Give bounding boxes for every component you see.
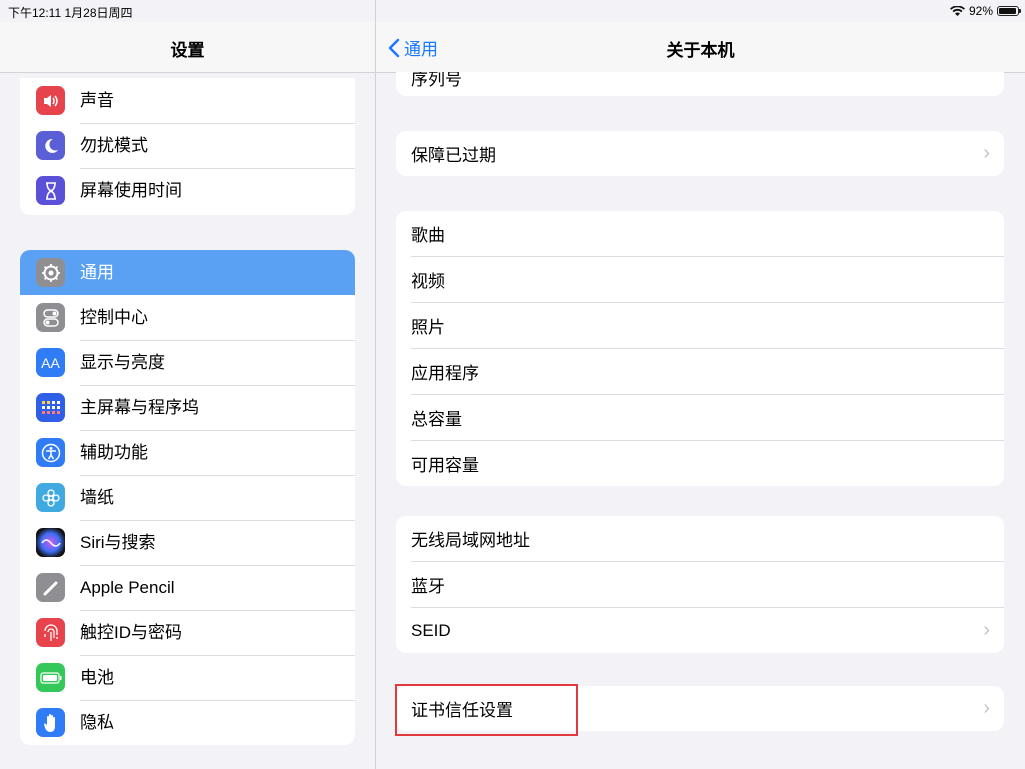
chevron-right-icon: › <box>983 697 990 719</box>
wifi-address-row: 无线局域网地址 <box>411 516 1004 562</box>
videos-row: 视频 <box>411 257 1004 303</box>
sidebar-item-battery[interactable]: 电池 <box>20 655 355 701</box>
wifi-icon <box>949 5 965 16</box>
hourglass-icon <box>36 176 65 205</box>
battery-level <box>999 8 1016 14</box>
sidebar-item-label: 控制中心 <box>80 295 355 341</box>
songs-row: 歌曲 <box>411 211 1004 257</box>
accessibility-icon <box>36 438 65 467</box>
moon-icon <box>36 131 65 160</box>
sidebar-item-label: 显示与亮度 <box>80 340 355 386</box>
sidebar-item-label: 辅助功能 <box>80 430 355 476</box>
sidebar-item-display[interactable]: AA 显示与亮度 <box>20 340 355 386</box>
sidebar-item-home-screen[interactable]: 主屏幕与程序坞 <box>20 385 355 431</box>
warranty-row[interactable]: 保障已过期 › <box>411 131 1004 176</box>
sidebar-item-label: 墙纸 <box>80 475 355 521</box>
settings-sidebar: 设置 声音 勿扰模式 屏幕使用时间 通用 控制中心 AA 显示与亮度 主屏幕与程… <box>0 0 375 769</box>
sidebar-item-label: Apple Pencil <box>80 565 355 611</box>
sidebar-title: 设置 <box>170 41 205 60</box>
row-label: 照片 <box>411 318 445 337</box>
sidebar-item-control-center[interactable]: 控制中心 <box>20 295 355 341</box>
apps-row: 应用程序 <box>411 349 1004 395</box>
row-label: 歌曲 <box>411 226 445 245</box>
row-label: 应用程序 <box>411 364 479 383</box>
serial-number-row[interactable]: 序列号 <box>411 72 1004 89</box>
sidebar-item-privacy[interactable]: 隐私 <box>20 700 355 745</box>
stats-group: 歌曲 视频 照片 应用程序 总容量 可用容量 <box>396 211 1004 486</box>
sidebar-item-label: 通用 <box>80 263 114 282</box>
text-size-icon: AA <box>36 348 65 377</box>
toggles-icon <box>36 303 65 332</box>
settings-group-top: 声音 勿扰模式 屏幕使用时间 <box>20 78 355 215</box>
row-label: 可用容量 <box>411 456 479 475</box>
row-label: 蓝牙 <box>411 577 445 596</box>
sidebar-item-accessibility[interactable]: 辅助功能 <box>20 430 355 476</box>
battery-percent: 92% <box>968 4 993 18</box>
chevron-right-icon: › <box>983 142 990 164</box>
sidebar-item-label: 勿扰模式 <box>80 123 355 169</box>
sidebar-item-general[interactable]: 通用 <box>20 250 355 295</box>
sidebar-item-wallpaper[interactable]: 墙纸 <box>20 475 355 521</box>
row-label: 总容量 <box>411 410 462 429</box>
row-label: 视频 <box>411 272 445 291</box>
highlight-box <box>395 684 578 736</box>
flower-icon <box>36 483 65 512</box>
row-label: 序列号 <box>411 72 462 89</box>
speaker-icon <box>36 86 65 115</box>
pencil-icon <box>36 573 65 602</box>
about-navbar: 通用 关于本机 <box>376 22 1025 73</box>
bluetooth-row: 蓝牙 <box>411 562 1004 608</box>
sidebar-item-siri[interactable]: Siri与搜索 <box>20 520 355 566</box>
sidebar-item-screen-time[interactable]: 屏幕使用时间 <box>20 168 355 213</box>
about-pane: 通用 关于本机 序列号 保障已过期 › 歌曲 视频 照片 应用程序 总容量 可用… <box>376 0 1025 769</box>
settings-group-main: 通用 控制中心 AA 显示与亮度 主屏幕与程序坞 辅助功能 墙纸 Siri与搜索… <box>20 250 355 745</box>
network-group: 无线局域网地址 蓝牙 SEID › <box>396 516 1004 653</box>
sidebar-item-label: 电池 <box>80 655 355 701</box>
sidebar-item-label: 声音 <box>80 78 355 124</box>
sidebar-item-label: 屏幕使用时间 <box>80 181 182 200</box>
hand-icon <box>36 708 65 737</box>
status-right: 92% <box>949 4 1021 18</box>
seid-row[interactable]: SEID › <box>411 608 1004 653</box>
sidebar-item-do-not-disturb[interactable]: 勿扰模式 <box>20 123 355 169</box>
warranty-group: 保障已过期 › <box>396 131 1004 176</box>
battery-icon <box>36 663 65 692</box>
fingerprint-icon <box>36 618 65 647</box>
page-title: 关于本机 <box>666 41 735 60</box>
sidebar-navbar: 设置 <box>0 22 375 73</box>
battery-icon <box>997 6 1021 16</box>
sidebar-item-label: 隐私 <box>80 713 114 732</box>
row-label: 保障已过期 <box>411 146 496 165</box>
grid-icon <box>36 393 65 422</box>
status-bar: 下午12:11 1月28日周四 92% <box>0 0 1025 22</box>
sidebar-item-label: 触控ID与密码 <box>80 610 355 656</box>
row-label: 无线局域网地址 <box>411 531 530 550</box>
row-label: SEID <box>411 620 451 640</box>
sidebar-item-label: 主屏幕与程序坞 <box>80 385 355 431</box>
info-group-top: 序列号 <box>396 72 1004 96</box>
sidebar-item-sound[interactable]: 声音 <box>20 78 355 124</box>
photos-row: 照片 <box>411 303 1004 349</box>
sidebar-item-label: Siri与搜索 <box>80 520 355 566</box>
available-row: 可用容量 <box>411 441 1004 486</box>
siri-icon <box>36 528 65 557</box>
sidebar-item-touch-id[interactable]: 触控ID与密码 <box>20 610 355 656</box>
sidebar-item-apple-pencil[interactable]: Apple Pencil <box>20 565 355 611</box>
gear-icon <box>36 258 65 287</box>
capacity-row: 总容量 <box>411 395 1004 441</box>
status-time: 下午12:11 1月28日周四 <box>8 6 133 20</box>
chevron-right-icon: › <box>983 619 990 641</box>
